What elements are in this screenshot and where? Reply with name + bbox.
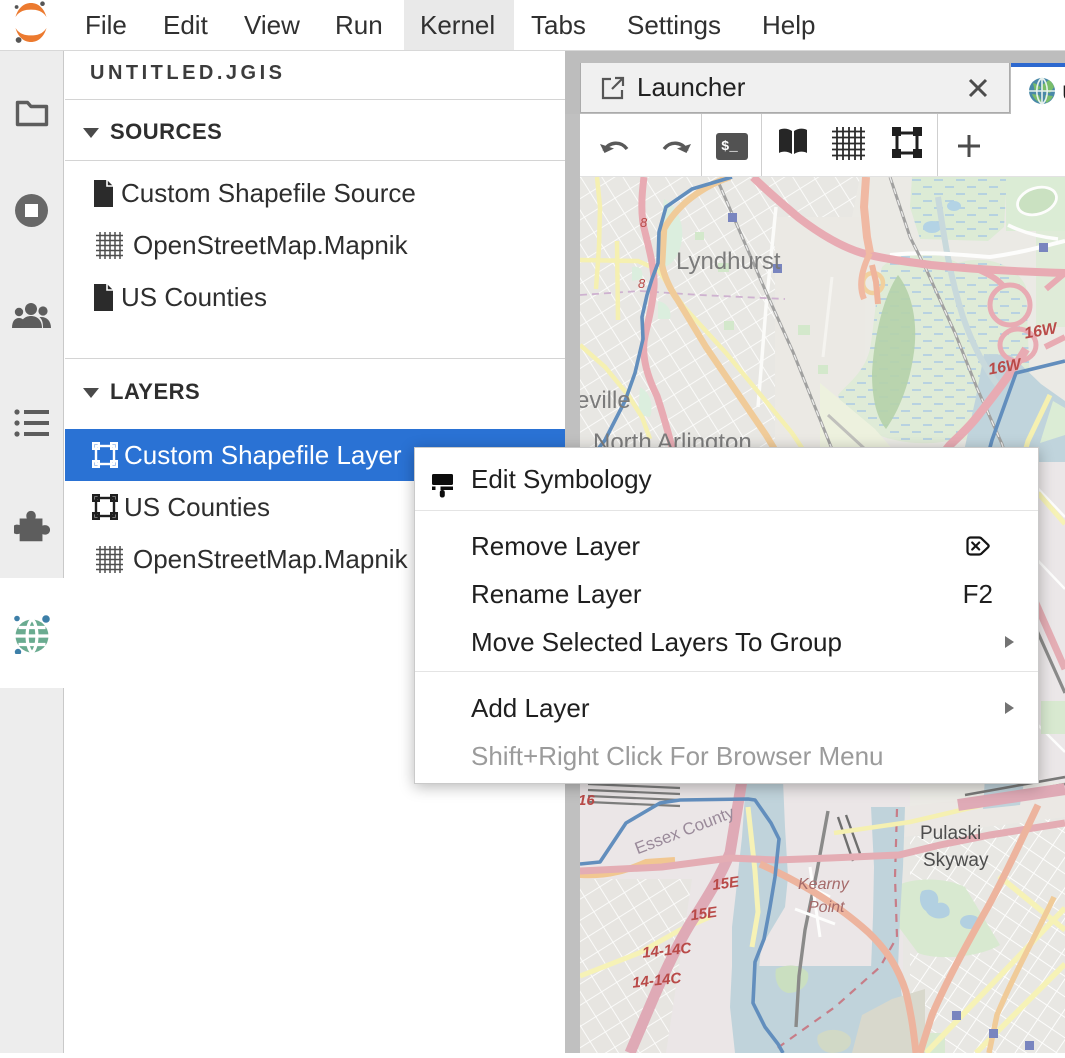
svg-text:$_: $_ xyxy=(721,139,738,155)
svg-text:8: 8 xyxy=(638,276,646,291)
svg-text:Skyway: Skyway xyxy=(923,850,989,871)
svg-text:eville: eville xyxy=(580,387,631,414)
svg-text:Kearny: Kearny xyxy=(798,876,850,893)
svg-text:Lyndhurst: Lyndhurst xyxy=(676,248,781,275)
svg-text:Point: Point xyxy=(808,899,845,916)
svg-text:16: 16 xyxy=(580,792,595,809)
svg-text:Pulaski: Pulaski xyxy=(920,823,981,844)
svg-text:8: 8 xyxy=(640,215,648,230)
